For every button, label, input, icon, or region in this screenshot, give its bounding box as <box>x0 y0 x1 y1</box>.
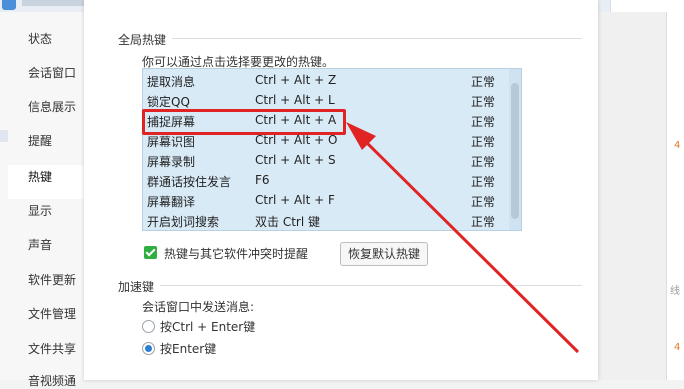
annotation-arrow-icon <box>346 122 580 354</box>
